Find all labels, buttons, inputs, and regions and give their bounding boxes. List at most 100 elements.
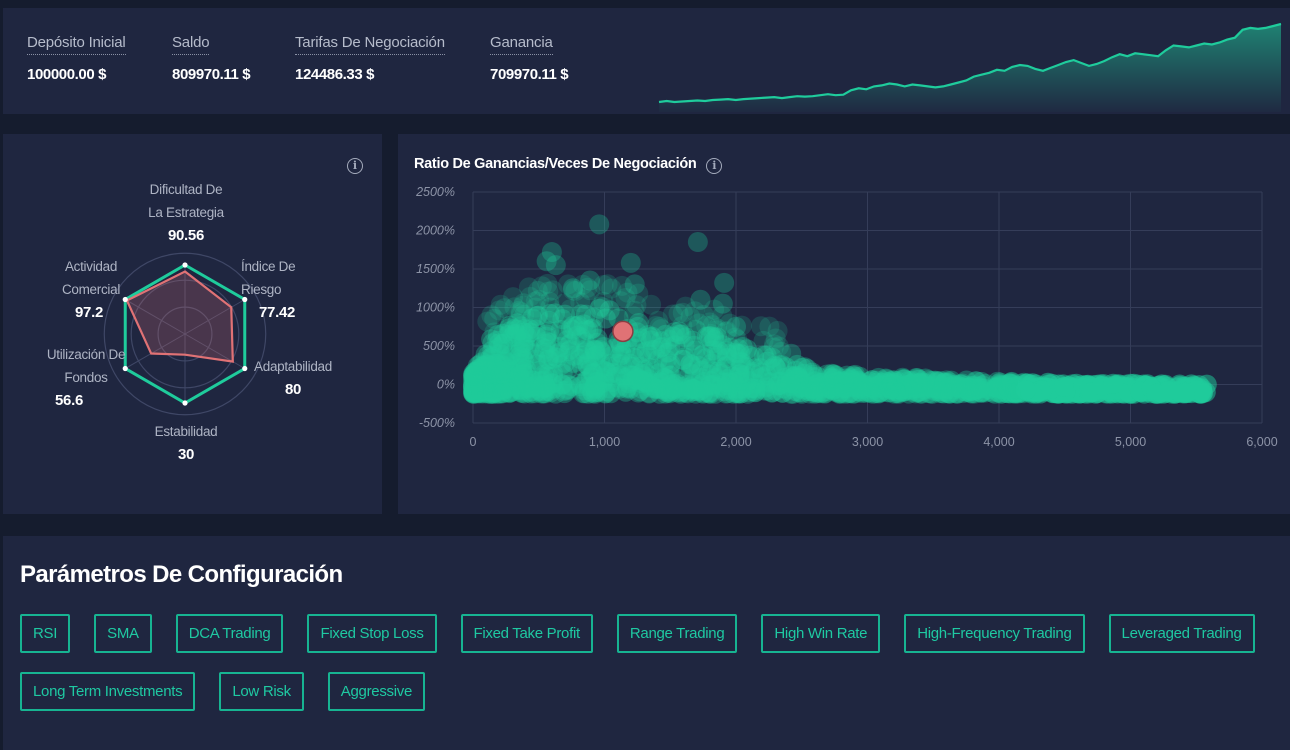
scatter-point	[726, 316, 746, 337]
stat-initial-deposit: Depósito Inicial 100000.00 $	[27, 34, 126, 83]
radar-axis-name: Estabilidad	[154, 424, 218, 439]
scatter-point	[714, 272, 735, 293]
scatter-point	[1103, 373, 1124, 394]
scatter-point	[781, 343, 802, 364]
param-tag[interactable]: RSI	[20, 614, 71, 653]
scatter-point	[712, 293, 733, 314]
scatter-point	[548, 343, 569, 364]
scatter-point	[686, 320, 707, 341]
scatter-point	[477, 311, 498, 332]
scatter-point	[492, 383, 512, 404]
radar-label-risk-index: Índice De Riesgo 77.42	[241, 255, 325, 324]
scatter-point	[620, 252, 641, 273]
scatter-point	[1053, 376, 1074, 397]
scatter-title: Ratio De Ganancias/Veces De Negociación …	[414, 156, 723, 174]
radar-label-adaptability: Adaptabilidad 80	[247, 355, 339, 401]
scatter-point	[1195, 382, 1216, 403]
param-tag[interactable]: SMA	[94, 614, 152, 653]
stat-balance: Saldo 809970.11 $	[172, 34, 251, 83]
scatter-point	[764, 334, 784, 355]
radar-axis-value: 56.6	[55, 392, 83, 409]
param-tag[interactable]: Long Term Investments	[20, 672, 196, 711]
param-tag[interactable]: Low Risk	[219, 672, 304, 711]
param-tag[interactable]: Aggressive	[327, 672, 425, 711]
scatter-point	[519, 339, 540, 360]
scatter-point	[914, 379, 935, 400]
x-tick-label: 5,000	[1115, 435, 1146, 449]
scatter-point	[534, 364, 555, 385]
scatter-point	[687, 232, 708, 253]
y-tick-label: -500%	[419, 416, 455, 430]
scatter-point	[554, 380, 575, 401]
param-tag[interactable]: Fixed Stop Loss	[307, 614, 437, 653]
radar-label-stability: Estabilidad 30	[136, 420, 236, 466]
scatter-point	[589, 214, 610, 235]
scatter-point	[711, 362, 732, 383]
section-title: Parámetros De Configuración	[20, 561, 343, 588]
scatter-point	[756, 376, 777, 397]
scatter-point	[646, 315, 667, 336]
scatter-point	[486, 360, 507, 381]
param-tag[interactable]: Fixed Take Profit	[460, 614, 593, 653]
x-tick-label: 6,000	[1246, 435, 1277, 449]
scatter-point	[465, 365, 486, 386]
scatter-point	[573, 314, 594, 335]
config-params-panel: Parámetros De Configuración RSI SMA DCA …	[3, 536, 1290, 750]
radar-axis-value: 90.56	[167, 227, 205, 244]
stat-value: 709970.11 $	[490, 66, 569, 83]
scatter-point	[536, 251, 557, 272]
radar-axis-value: 30	[177, 446, 195, 463]
param-tag[interactable]: High-Frequency Trading	[904, 614, 1085, 653]
scatter-point	[1015, 380, 1036, 400]
radar-axis-name: Índice De Riesgo	[241, 259, 296, 297]
stat-value: 100000.00 $	[27, 66, 107, 83]
param-tag[interactable]: Leveraged Trading	[1108, 614, 1255, 653]
scatter-point	[585, 379, 606, 400]
x-tick-label: 4,000	[983, 435, 1014, 449]
scatter-point	[960, 383, 981, 404]
stat-label[interactable]: Ganancia	[490, 34, 553, 55]
highlight-point	[612, 320, 634, 343]
scatter-point	[829, 383, 850, 404]
radar-axis-name: Utilización De Fondos	[46, 347, 126, 385]
x-tick-label: 2,000	[720, 435, 751, 449]
stat-label[interactable]: Saldo	[172, 34, 210, 55]
scatter-point	[745, 358, 765, 379]
scatter-title-text: Ratio De Ganancias/Veces De Negociación	[414, 156, 697, 172]
scatter-point	[593, 291, 614, 312]
y-tick-label: 2500%	[415, 185, 455, 199]
summary-panel: Depósito Inicial 100000.00 $ Saldo 80997…	[3, 8, 1290, 114]
param-tag-list: RSI SMA DCA Trading Fixed Stop Loss Fixe…	[20, 614, 1270, 711]
scatter-point	[624, 274, 645, 295]
scatter-point	[649, 363, 670, 384]
scatter-point	[1146, 383, 1167, 404]
stat-value: 124486.33 $	[295, 66, 375, 83]
stat-label[interactable]: Tarifas De Negociación	[295, 34, 445, 55]
scatter-point	[540, 297, 561, 318]
scatter-point	[700, 383, 721, 404]
radar-vertex-dot	[182, 400, 188, 406]
scatter-point	[562, 278, 583, 299]
scatter-point	[500, 345, 521, 366]
radar-label-strategy-difficulty: Dificultad De La Estrategia 90.56	[123, 178, 249, 247]
scatter-panel: -500% 0% 500% 1000% 1500% 2000% 2500% 0 1,000 2,0…	[398, 134, 1290, 514]
scatter-chart: -500% 0% 500% 1000% 1500% 2000% 2500% 0 1,000 2,0…	[415, 185, 1278, 449]
param-tag[interactable]: DCA Trading	[175, 614, 284, 653]
scatter-point	[580, 270, 601, 291]
scatter-point	[629, 369, 650, 390]
radar-panel: i Dificultad De La Estrategia 90.56 Índi…	[3, 134, 382, 514]
x-tick-label: 3,000	[852, 435, 883, 449]
stat-label[interactable]: Depósito Inicial	[27, 34, 126, 55]
scatter-point	[690, 289, 711, 310]
scatter-point	[510, 302, 531, 323]
scatter-point	[750, 316, 771, 337]
param-tag[interactable]: High Win Rate	[761, 614, 881, 653]
radar-vertex-dot	[182, 262, 188, 268]
stat-profit: Ganancia 709970.11 $	[490, 34, 569, 83]
y-tick-label: 1000%	[416, 301, 455, 315]
param-tag[interactable]: Range Trading	[616, 614, 738, 653]
scatter-point	[610, 291, 631, 312]
radar-axis-name: Actividad Comercial	[61, 259, 121, 297]
scatter-point	[674, 347, 695, 368]
scatter-point	[781, 383, 801, 404]
